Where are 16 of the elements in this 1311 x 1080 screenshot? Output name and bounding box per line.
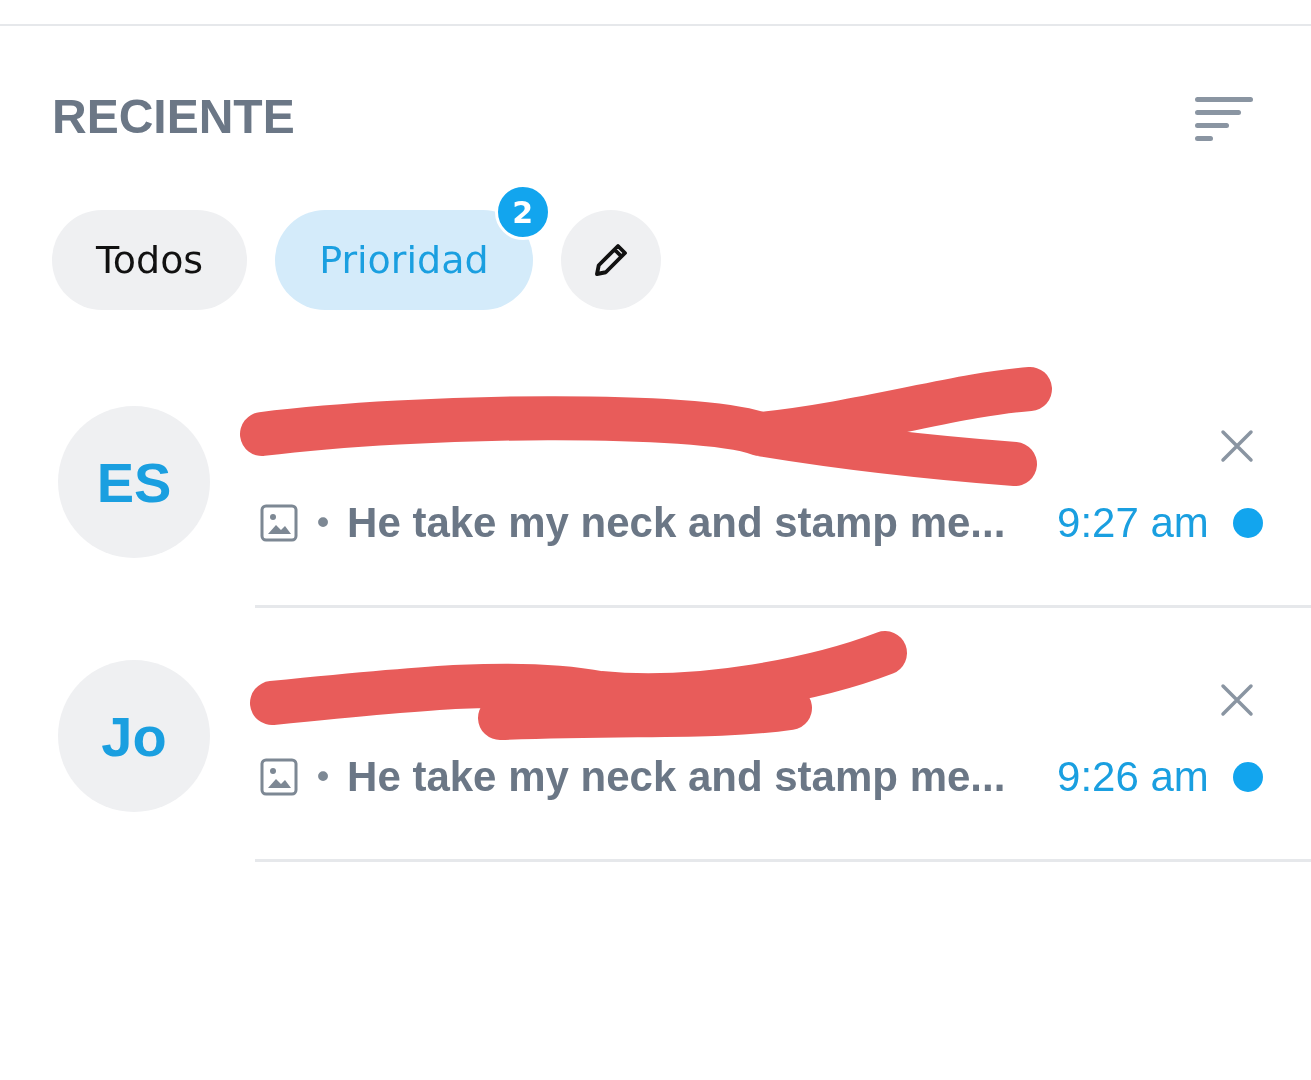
- separator-dot: •: [313, 503, 334, 543]
- close-icon[interactable]: [1220, 429, 1254, 463]
- separator-dot: •: [313, 757, 334, 797]
- section-title: RECIENTE: [52, 88, 295, 144]
- message-preview: He take my neck and stamp me...: [347, 753, 1007, 801]
- avatar[interactable]: ES: [58, 406, 210, 558]
- avatar[interactable]: Jo: [58, 660, 210, 812]
- image-icon: [259, 503, 299, 543]
- filter-chip[interactable]: Todos: [52, 210, 248, 310]
- sort-icon[interactable]: [1195, 97, 1253, 143]
- close-icon[interactable]: [1220, 683, 1254, 717]
- message-time: 9:26 am: [1057, 753, 1209, 801]
- message-preview: He take my neck and stamp me...: [347, 499, 1007, 547]
- count-badge: 2: [494, 184, 551, 240]
- message-time: 9:27 am: [1057, 499, 1209, 547]
- image-icon: [259, 757, 299, 797]
